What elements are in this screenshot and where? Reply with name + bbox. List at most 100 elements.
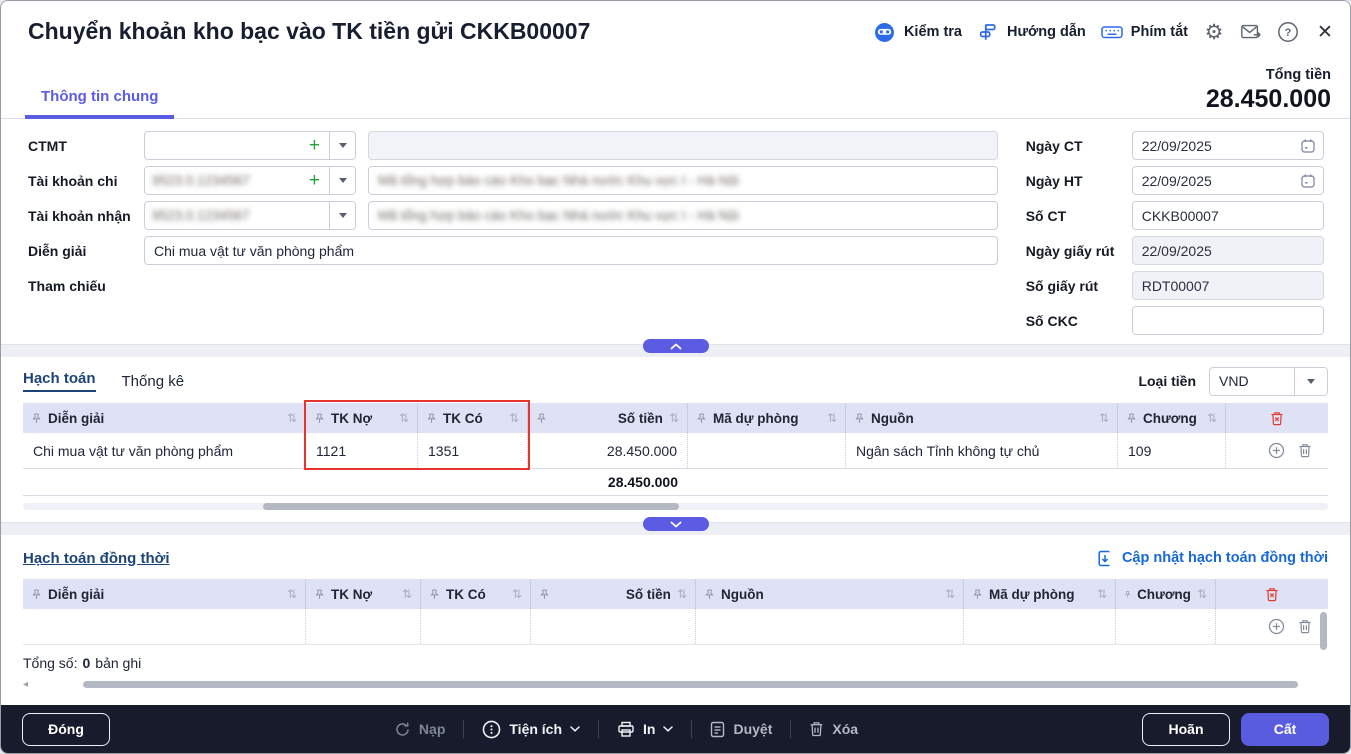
post-date-field[interactable]: 22/09/2025 [1132,166,1324,195]
add-row-icon[interactable] [1268,442,1285,459]
ctmt-combo[interactable]: + [144,131,356,160]
tab-statistics[interactable]: Thống kê [122,373,185,390]
send-mail-icon[interactable] [1240,21,1262,43]
reload-button[interactable]: Nạp [394,721,445,738]
receive-account-combo[interactable]: 9523.0.1234567 [144,201,356,230]
col-chapter[interactable]: Chương [1143,411,1197,426]
sort-icon[interactable]: ⇅ [287,411,297,425]
cell-amount[interactable]: 28.450.000 [528,433,688,468]
pin-icon[interactable] [429,589,440,600]
cell-reserve-code[interactable] [688,433,846,468]
simultaneous-hscrollbar[interactable]: ◂ [23,681,1328,689]
simultaneous-empty-row[interactable] [23,609,1328,645]
pin-icon[interactable] [854,413,865,424]
utilities-button[interactable]: Tiện ích [482,720,580,739]
simultaneous-title[interactable]: Hạch toán đồng thời [23,550,169,567]
ckc-number-field[interactable] [1132,306,1324,335]
delete-row-icon[interactable] [1298,619,1312,634]
pin-icon[interactable] [31,413,42,424]
cell-chapter[interactable]: 109 [1118,433,1226,468]
col-debit-account[interactable]: TK Nợ [331,587,372,602]
close-icon[interactable]: ✕ [1314,21,1336,43]
save-button[interactable]: Cất [1241,713,1329,746]
ctmt-add-icon[interactable]: + [307,136,322,155]
hscrollbar-thumb[interactable] [263,503,679,510]
pin-icon[interactable] [539,589,550,600]
pay-account-add-icon[interactable]: + [307,171,322,190]
sort-icon[interactable]: ⇅ [1099,411,1109,425]
doc-number-field[interactable]: CKKB00007 [1132,201,1324,230]
sort-icon[interactable]: ⇅ [827,411,837,425]
pin-icon[interactable] [704,589,715,600]
pin-icon[interactable] [426,413,437,424]
pin-icon[interactable] [1126,413,1137,424]
delete-row-icon[interactable] [1298,443,1312,458]
sort-icon[interactable]: ⇅ [669,411,679,425]
settings-gear-icon[interactable]: ⚙ [1203,21,1225,43]
tab-accounting[interactable]: Hạch toán [23,370,96,392]
sort-icon[interactable]: ⇅ [509,411,519,425]
col-reserve-code[interactable]: Mã dự phòng [713,411,799,426]
cell-source[interactable]: Ngân sách Tỉnh không tự chủ [846,433,1118,468]
pin-icon[interactable] [972,589,983,600]
reference-field[interactable] [144,271,998,300]
description-input[interactable] [145,237,997,264]
postpone-button[interactable]: Hoãn [1142,713,1230,746]
pay-account-dropdown-button[interactable] [329,167,355,194]
delete-button[interactable]: Xóa [809,721,858,737]
pay-account-combo[interactable]: 9523.0.1234567 + [144,166,356,195]
sort-icon[interactable]: ⇅ [1197,587,1207,601]
accounting-hscrollbar[interactable] [23,503,1328,510]
collapse-form-button[interactable] [643,339,709,353]
pin-icon[interactable] [31,589,42,600]
sort-icon[interactable]: ⇅ [1207,411,1217,425]
calendar-icon[interactable] [1300,173,1316,189]
add-row-icon[interactable] [1268,618,1285,635]
currency-dropdown-button[interactable] [1294,368,1327,395]
print-button[interactable]: In [617,721,673,738]
pin-icon[interactable] [1124,589,1131,600]
sort-icon[interactable]: ⇅ [1097,587,1107,601]
scroll-left-arrow-icon[interactable]: ◂ [23,679,28,690]
pin-icon[interactable] [314,413,325,424]
approve-button[interactable]: Duyệt [710,721,772,738]
sort-icon[interactable]: ⇅ [677,587,687,601]
col-credit-account[interactable]: TK Có [443,411,483,426]
calendar-icon[interactable] [1300,138,1316,154]
col-debit-account[interactable]: TK Nợ [331,411,372,426]
hscrollbar-thumb[interactable] [83,681,1298,688]
receive-account-dropdown-button[interactable] [329,202,355,229]
col-amount[interactable]: Số tiền [618,411,663,426]
col-description[interactable]: Diễn giải [48,411,104,426]
currency-select[interactable]: VND [1209,367,1328,396]
sort-icon[interactable]: ⇅ [287,587,297,601]
pin-icon[interactable] [696,413,707,424]
cell-credit-account[interactable]: 1351 [418,433,528,468]
help-icon[interactable]: ? [1277,21,1299,43]
pin-icon[interactable] [536,413,547,424]
shortcuts-button[interactable]: Phím tắt [1101,21,1188,43]
guide-button[interactable]: Hướng dẫn [977,21,1086,43]
delete-all-rows-icon[interactable] [1265,587,1279,602]
col-source[interactable]: Nguồn [721,587,764,602]
pin-icon[interactable] [314,589,325,600]
close-button[interactable]: Đóng [22,713,110,746]
check-button[interactable]: Kiểm tra [874,21,962,43]
col-description[interactable]: Diễn giải [48,587,104,602]
col-chapter[interactable]: Chương [1137,587,1191,602]
cell-description[interactable]: Chi mua vật tư văn phòng phẩm [23,433,306,468]
tab-general-info[interactable]: Thông tin chung [25,88,174,119]
ctmt-dropdown-button[interactable] [329,132,355,159]
sort-icon[interactable]: ⇅ [512,587,522,601]
doc-date-field[interactable]: 22/09/2025 [1132,131,1324,160]
col-reserve-code[interactable]: Mã dự phòng [989,587,1075,602]
delete-all-rows-icon[interactable] [1270,411,1284,426]
col-source[interactable]: Nguồn [871,411,914,426]
cell-debit-account[interactable]: 1121 [306,433,418,468]
simultaneous-vscrollbar-thumb[interactable] [1320,612,1327,650]
accounting-table-row[interactable]: Chi mua vật tư văn phòng phẩm 1121 1351 … [23,433,1328,469]
expand-section-button[interactable] [643,517,709,531]
sort-icon[interactable]: ⇅ [399,411,409,425]
col-amount[interactable]: Số tiền [626,587,671,602]
sort-icon[interactable]: ⇅ [945,587,955,601]
